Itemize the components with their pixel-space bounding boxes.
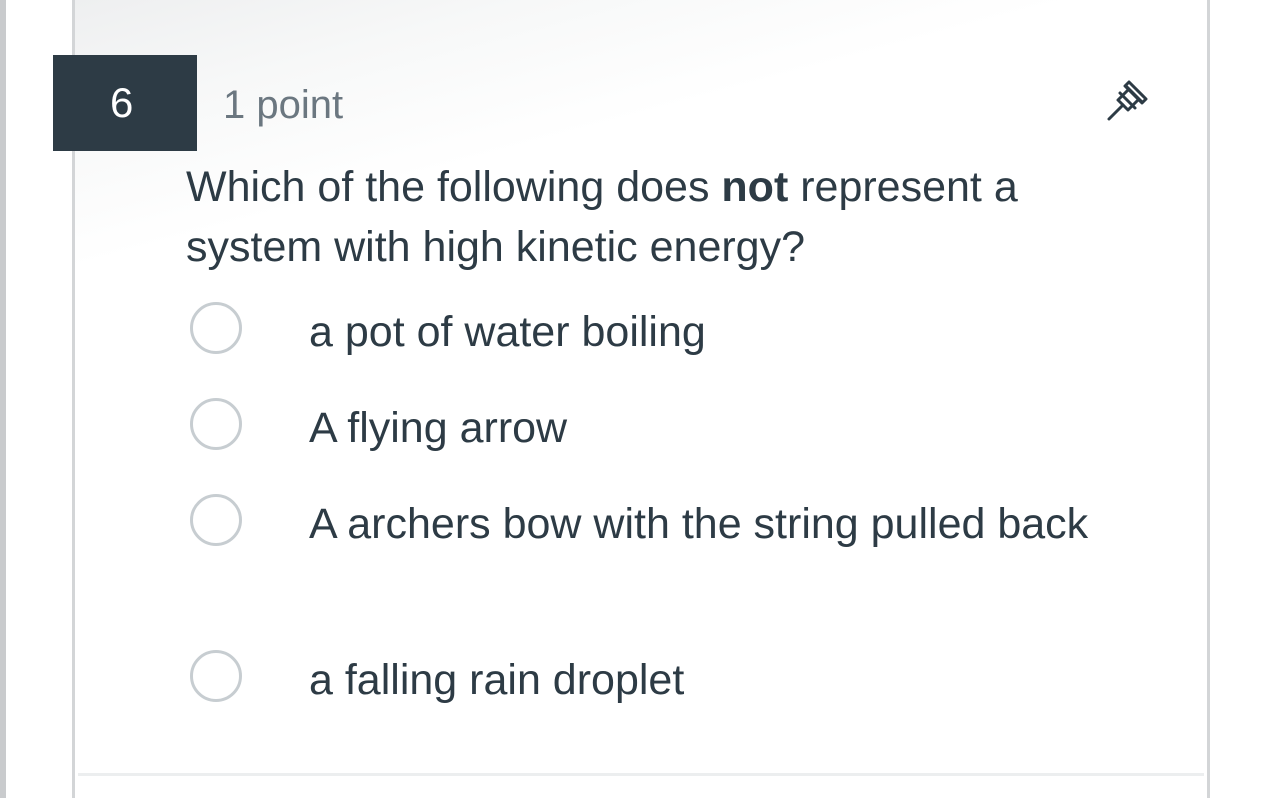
question-emphasis: not	[721, 163, 789, 211]
right-gutter	[1210, 0, 1284, 798]
card-divider	[78, 773, 1204, 776]
quiz-page: 6 1 point Which of the following does no…	[0, 0, 1284, 798]
answer-option-label: A flying arrow	[309, 404, 568, 452]
pin-icon[interactable]	[1104, 72, 1156, 124]
question-text: Which of the following does not represen…	[186, 157, 1146, 277]
answer-option-label: a pot of water boiling	[309, 308, 706, 356]
radio-button[interactable]	[190, 494, 242, 546]
answer-option[interactable]: A archers bow with the string pulled bac…	[186, 494, 1089, 614]
answer-option[interactable]: a pot of water boiling	[186, 302, 1086, 362]
answer-option-label: a falling rain droplet	[309, 656, 685, 704]
answer-option[interactable]: a falling rain droplet	[186, 650, 1086, 710]
question-text-start: Which of the following does	[186, 163, 722, 211]
answer-option-label: A archers bow with the string pulled bac…	[309, 500, 1089, 548]
question-points: 1 point	[223, 83, 344, 127]
radio-button[interactable]	[190, 650, 242, 702]
question-number: 6	[53, 55, 197, 151]
radio-button[interactable]	[190, 302, 242, 354]
answer-option[interactable]: A flying arrow	[186, 398, 1086, 458]
radio-button[interactable]	[190, 398, 242, 450]
